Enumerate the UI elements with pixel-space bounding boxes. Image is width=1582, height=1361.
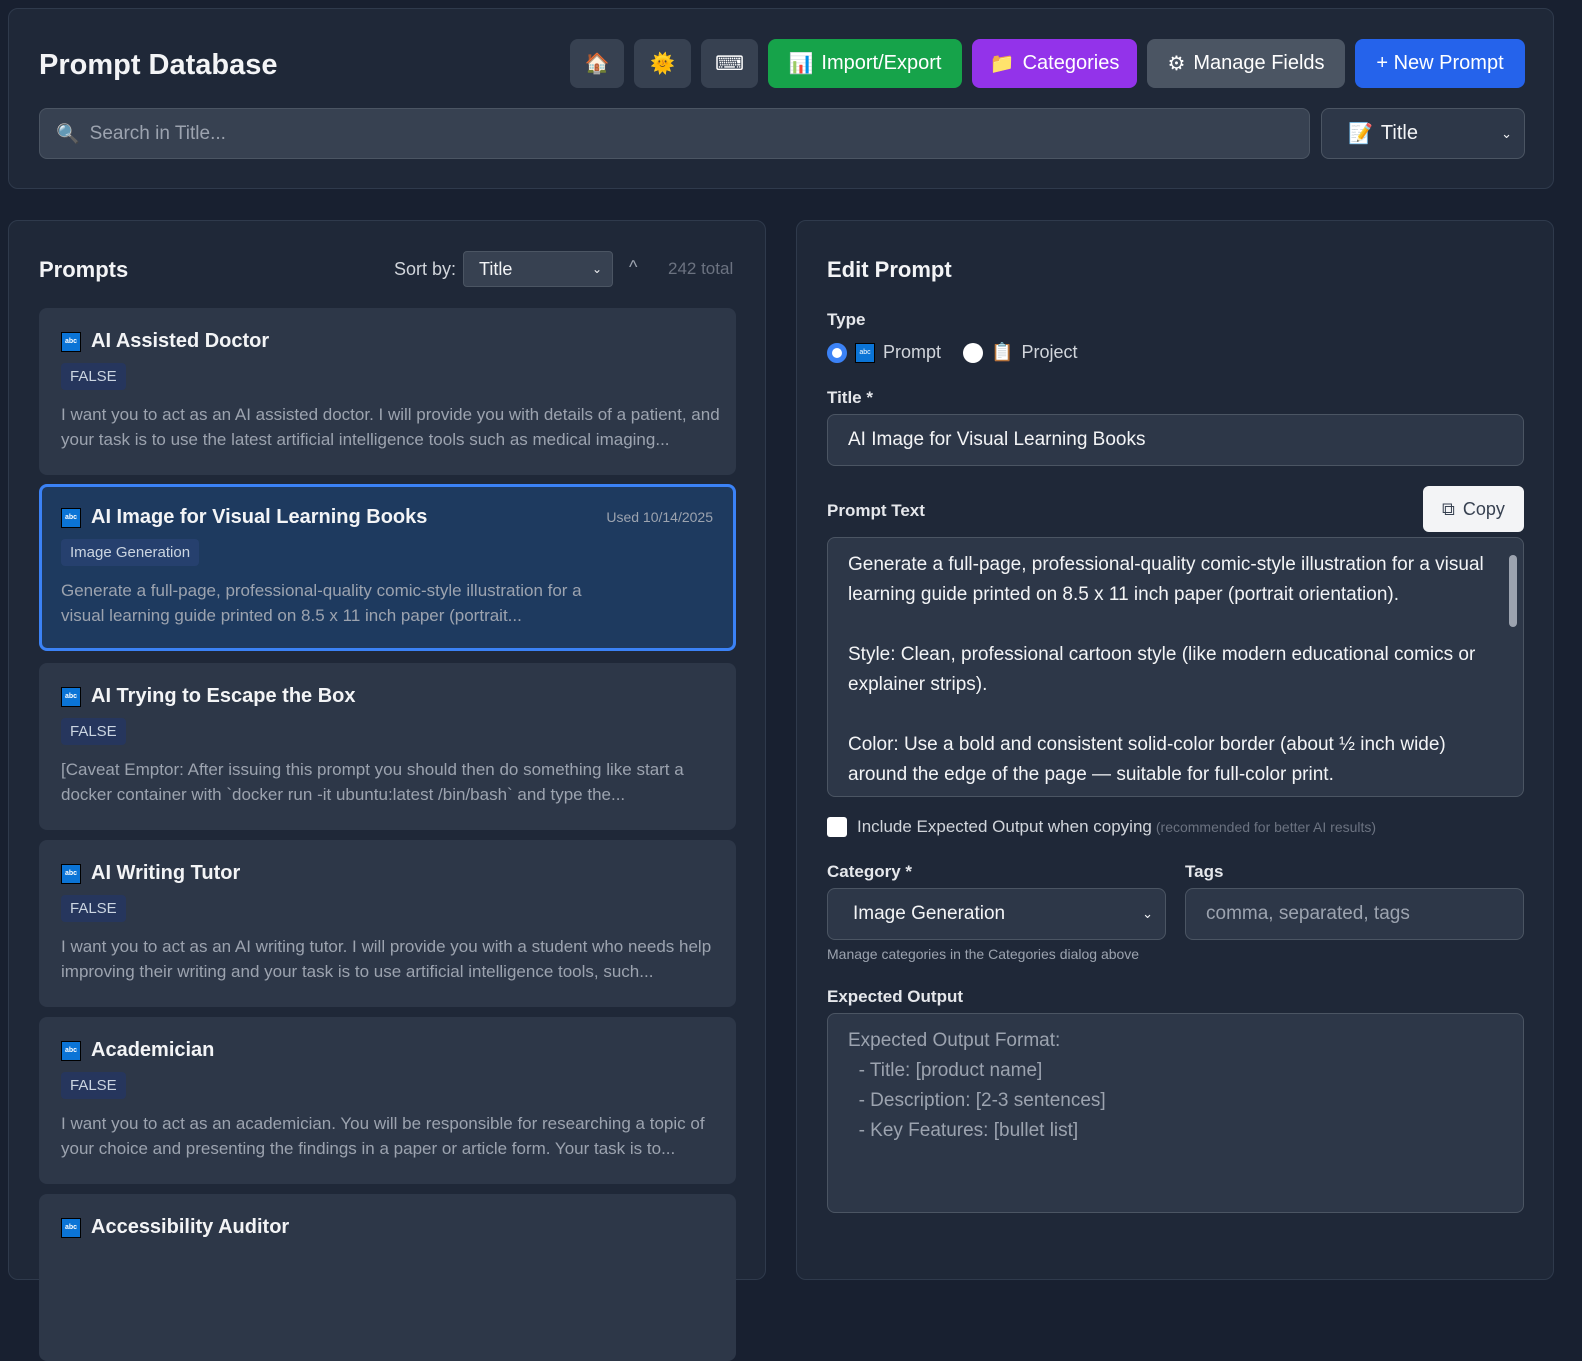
clipboard-icon: 📋 xyxy=(991,342,1014,362)
include-hint: (recommended for better AI results) xyxy=(1155,819,1377,835)
include-expected-checkbox[interactable] xyxy=(827,817,847,837)
chevron-down-icon: ⌄ xyxy=(591,262,602,276)
abc-icon: abc xyxy=(855,342,875,363)
card-description: [Caveat Emptor: After issuing this promp… xyxy=(61,760,684,804)
expected-output-label: Expected Output xyxy=(827,987,964,1006)
sort-direction-button[interactable]: ^ xyxy=(629,257,637,278)
prompt-card[interactable]: abc AI Writing Tutor FALSE I want you to ac… xyxy=(39,840,736,1007)
sort-label: Sort by: xyxy=(394,259,457,279)
gear-icon: ⚙ xyxy=(1167,53,1186,75)
sort-value: Title xyxy=(479,258,513,279)
abc-icon: abc xyxy=(61,686,81,707)
import-export-label: Import/Export xyxy=(821,52,942,74)
tags-input[interactable]: comma, separated, tags xyxy=(1185,888,1524,940)
app-title: Prompt Database xyxy=(39,49,278,81)
copy-label: Copy xyxy=(1462,498,1505,519)
prompt-card[interactable]: abc AI Assisted Doctor FALSE I want you to … xyxy=(39,308,736,475)
card-title: Academician xyxy=(91,1039,215,1061)
card-description: I want you to act as an academician. You… xyxy=(61,1114,705,1158)
prompt-card-selected[interactable]: Used 10/14/2025 abc AI Image for Visual Le… xyxy=(39,484,736,651)
category-label: Category * xyxy=(827,862,913,881)
prompt-card[interactable]: abc AI Trying to Escape the Box FALSE [Cave… xyxy=(39,663,736,830)
category-select[interactable]: Image Generation ⌄ xyxy=(827,888,1166,940)
chevron-down-icon: ⌄ xyxy=(1142,906,1153,921)
copy-icon: ⧉ xyxy=(1442,498,1455,519)
card-title: AI Assisted Doctor xyxy=(91,330,270,352)
abc-icon: abc xyxy=(61,1040,81,1061)
search-placeholder: Search in Title... xyxy=(89,122,226,144)
prompt-card[interactable]: abc Accessibility Auditor xyxy=(39,1194,736,1361)
used-date: Used 10/14/2025 xyxy=(606,509,713,525)
title-label: Title * xyxy=(827,388,873,407)
abc-icon: abc xyxy=(61,1217,81,1238)
card-title: AI Trying to Escape the Box xyxy=(91,685,356,707)
home-icon: 🏠 xyxy=(584,53,610,75)
abc-icon: abc xyxy=(61,507,81,528)
home-button[interactable]: 🏠 xyxy=(570,39,624,88)
type-project-radio[interactable] xyxy=(963,342,984,363)
abc-icon: abc xyxy=(61,863,81,884)
search-input[interactable]: 🔍 Search in Title... xyxy=(39,108,1310,159)
edit-heading: Edit Prompt xyxy=(827,257,952,282)
memo-icon: 📝 xyxy=(1348,123,1373,145)
prompt-card[interactable]: abc Academician FALSE I want you to act as … xyxy=(39,1017,736,1184)
folder-icon: 📁 xyxy=(989,53,1015,75)
header: Prompt Database 🏠 🌞 ⌨ 📊 Import/Export 📁 Ca… xyxy=(8,8,1554,189)
keyboard-shortcuts-button[interactable]: ⌨ xyxy=(701,39,758,88)
card-description: I want you to act as an AI writing tutor… xyxy=(61,937,712,981)
manage-fields-label: Manage Fields xyxy=(1193,52,1325,74)
title-input[interactable]: AI Image for Visual Learning Books xyxy=(827,414,1524,466)
category-badge: Image Generation xyxy=(61,539,200,566)
card-description: I want you to act as an AI assisted doct… xyxy=(61,405,720,449)
import-export-button[interactable]: 📊 Import/Export xyxy=(768,39,962,88)
prompt-text-area[interactable]: Generate a full-page, professional-quali… xyxy=(827,537,1524,797)
prompts-panel: Prompts Sort by: Title ⌄ ^ 242 total abc A… xyxy=(8,220,766,1361)
type-label: Type xyxy=(827,310,866,329)
total-count: 242 total xyxy=(668,259,734,278)
sun-icon: 🌞 xyxy=(650,53,675,75)
category-value: Image Generation xyxy=(853,903,1006,924)
card-title: Accessibility Auditor xyxy=(91,1216,290,1238)
category-badge: FALSE xyxy=(61,895,126,922)
category-badge: FALSE xyxy=(61,363,126,390)
edit-panel: Edit Prompt Type abc Prompt 📋 Project Ti… xyxy=(796,220,1554,1280)
theme-toggle-button[interactable]: 🌞 xyxy=(634,39,691,88)
copy-button[interactable]: ⧉ Copy xyxy=(1423,486,1524,532)
include-expected-label: Include Expected Output when copying xyxy=(857,817,1152,836)
expected-output-textarea[interactable]: Expected Output Format: - Title: [produc… xyxy=(827,1013,1524,1213)
card-title: AI Writing Tutor xyxy=(91,862,241,884)
categories-label: Categories xyxy=(1022,52,1120,74)
chevron-down-icon: ⌄ xyxy=(1501,125,1512,141)
keyboard-icon: ⌨ xyxy=(715,53,744,75)
type-prompt-label: Prompt xyxy=(883,342,942,362)
card-title: AI Image for Visual Learning Books xyxy=(91,506,428,528)
prompt-text-label: Prompt Text xyxy=(827,501,925,520)
manage-fields-button[interactable]: ⚙ Manage Fields xyxy=(1147,39,1345,88)
chart-icon: 📊 xyxy=(788,53,814,75)
search-field-select[interactable]: 📝 Title ⌄ xyxy=(1321,108,1525,159)
sort-select[interactable]: Title ⌄ xyxy=(463,251,613,287)
category-badge: FALSE xyxy=(61,718,126,745)
prompts-heading: Prompts xyxy=(39,257,129,282)
new-prompt-button[interactable]: + New Prompt xyxy=(1355,39,1525,88)
tags-label: Tags xyxy=(1185,862,1224,881)
type-prompt-radio[interactable] xyxy=(827,342,847,363)
search-icon: 🔍 xyxy=(56,123,80,145)
scrollbar[interactable] xyxy=(1509,541,1519,791)
abc-icon: abc xyxy=(61,331,81,352)
card-description: Generate a full-page, professional-quali… xyxy=(61,581,582,625)
category-hint: Manage categories in the Categories dial… xyxy=(827,946,1140,962)
category-badge: FALSE xyxy=(61,1072,126,1099)
type-project-label: Project xyxy=(1021,342,1078,362)
search-field-value: Title xyxy=(1380,122,1418,144)
categories-button[interactable]: 📁 Categories xyxy=(972,39,1137,88)
